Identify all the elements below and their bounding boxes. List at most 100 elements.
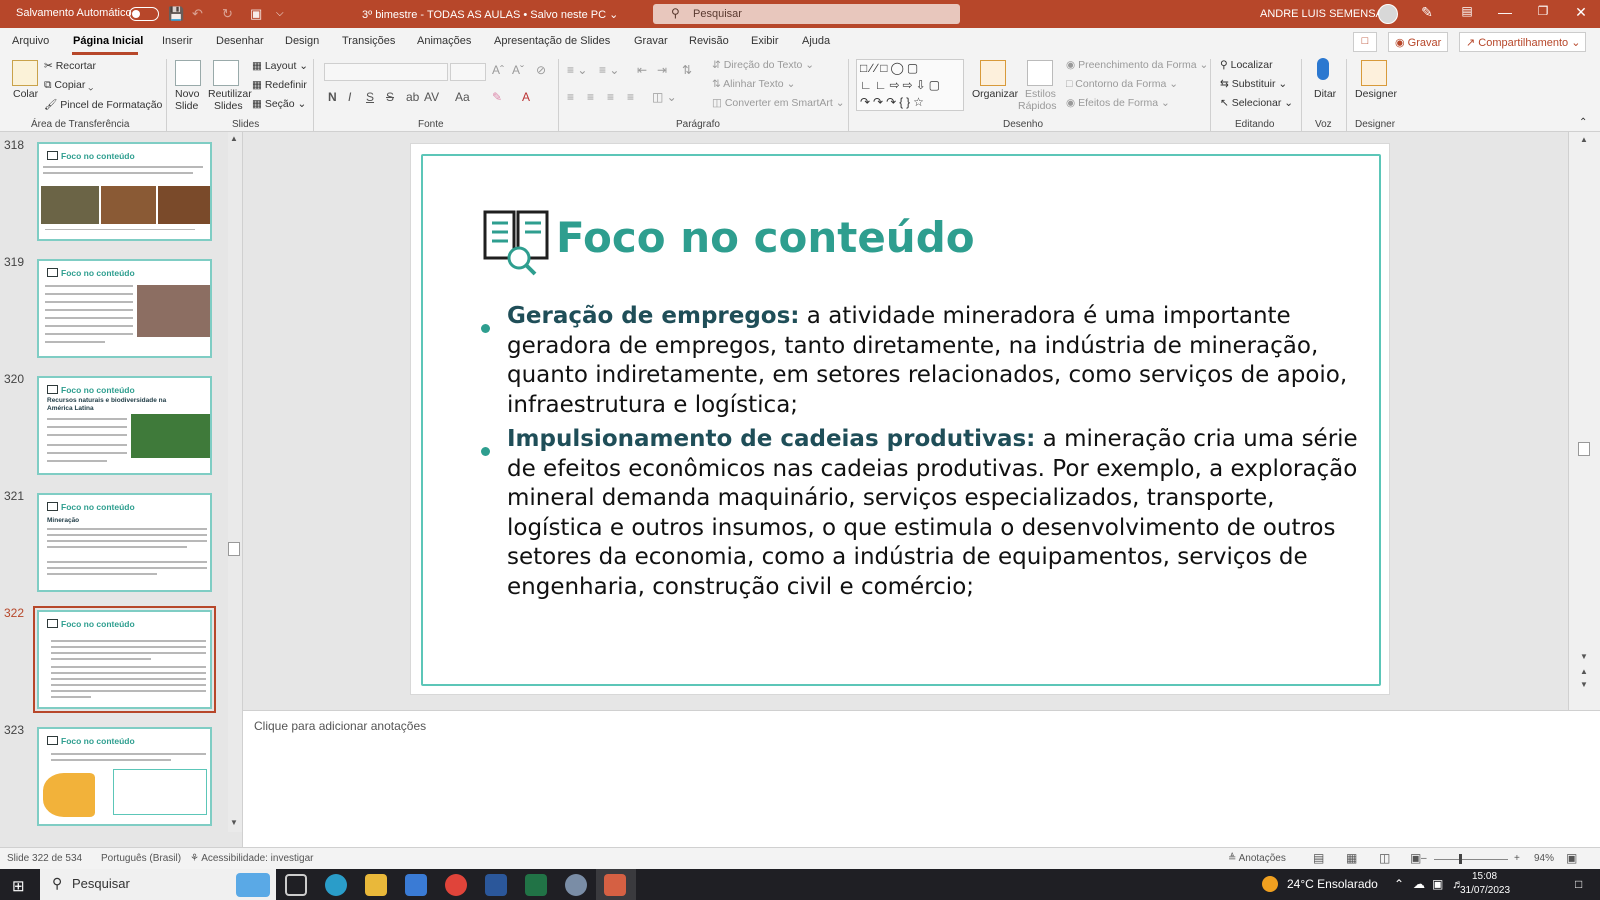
quick-styles-label-2[interactable]: Rápidos bbox=[1018, 100, 1057, 112]
zoom-slider[interactable] bbox=[1434, 859, 1508, 860]
collapse-ribbon-icon[interactable]: ⌃ bbox=[1579, 117, 1587, 128]
previous-slide-icon[interactable]: ▲ bbox=[1580, 667, 1588, 676]
line-spacing-icon[interactable]: ⇅ bbox=[682, 63, 692, 77]
clock-date[interactable]: 31/07/2023 bbox=[1460, 885, 1510, 896]
align-text-button[interactable]: ⇅ Alinhar Texto ⌄ bbox=[712, 78, 795, 90]
file-explorer-icon[interactable] bbox=[365, 874, 387, 896]
record-button[interactable]: ◉ Gravar bbox=[1388, 32, 1448, 52]
tab-inserir[interactable]: Inserir bbox=[162, 35, 193, 47]
font-color-icon[interactable]: A bbox=[522, 90, 530, 104]
dictate-label[interactable]: Ditar bbox=[1314, 88, 1336, 100]
slide-thumbnail[interactable]: Foco no conteúdo bbox=[37, 142, 212, 241]
designer-label[interactable]: Designer bbox=[1355, 88, 1397, 100]
slide-thumbnail-selected[interactable]: Foco no conteúdo bbox=[33, 606, 216, 713]
columns-icon[interactable]: ◫ ⌄ bbox=[652, 90, 677, 104]
bullet-item[interactable]: Geração de empregos: a atividade minerad… bbox=[507, 302, 1367, 420]
present-icon[interactable]: ▣ bbox=[250, 6, 262, 22]
reuse-slides-icon[interactable] bbox=[213, 60, 239, 86]
title-search-box[interactable]: ⚲ Pesquisar bbox=[653, 4, 960, 24]
copy-button[interactable]: ⧉ Copiar ⌄ bbox=[44, 79, 93, 92]
onedrive-icon[interactable]: ☁ bbox=[1413, 877, 1425, 891]
editor-scroll-thumb[interactable] bbox=[1578, 442, 1590, 456]
tab-design[interactable]: Design bbox=[285, 35, 319, 47]
find-button[interactable]: ⚲ Localizar bbox=[1220, 59, 1273, 71]
reading-view-icon[interactable]: ◫ bbox=[1379, 851, 1390, 865]
zoom-out-icon[interactable]: – bbox=[1421, 853, 1427, 864]
format-painter-button[interactable]: 🖌 Pincel de Formatação bbox=[44, 98, 162, 111]
scroll-down-icon[interactable]: ▼ bbox=[1580, 652, 1588, 661]
increase-font-icon[interactable]: Aˆ bbox=[492, 63, 504, 77]
clock-time[interactable]: 15:08 bbox=[1472, 871, 1497, 882]
shadow-icon[interactable]: ab bbox=[406, 90, 419, 104]
smartart-button[interactable]: ◫ Converter em SmartArt ⌄ bbox=[712, 97, 845, 109]
scroll-down-icon[interactable]: ▼ bbox=[230, 818, 238, 827]
editor-scrollbar[interactable]: ▲ ▼ ▲ ▼ bbox=[1568, 132, 1600, 710]
slide-thumbnail[interactable]: Foco no conteúdo Recursos naturais e bio… bbox=[37, 376, 212, 475]
cut-button[interactable]: ✂ Recortar bbox=[44, 60, 96, 72]
slide-title[interactable]: Foco no conteúdo bbox=[556, 213, 975, 262]
zoom-level[interactable]: 94% bbox=[1534, 853, 1554, 864]
microphone-icon[interactable] bbox=[1317, 58, 1329, 80]
shape-outline-button[interactable]: □ Contorno da Forma ⌄ bbox=[1066, 78, 1178, 90]
bullet-item[interactable]: Impulsionamento de cadeias produtivas: a… bbox=[507, 425, 1367, 602]
change-case-icon[interactable]: Aa bbox=[455, 90, 470, 104]
notes-placeholder[interactable]: Clique para adicionar anotações bbox=[254, 719, 426, 733]
tab-exibir[interactable]: Exibir bbox=[751, 35, 779, 47]
shapes-gallery[interactable]: □∕∕□◯▢ ∟∟⇨⇨⇩▢ ↷↷↷{}☆ bbox=[856, 59, 964, 111]
next-slide-icon[interactable]: ▼ bbox=[1580, 680, 1588, 689]
comments-button[interactable]: □ bbox=[1353, 32, 1377, 52]
zoom-in-icon[interactable]: + bbox=[1514, 853, 1520, 864]
scroll-up-icon[interactable]: ▲ bbox=[230, 134, 238, 143]
tab-ajuda[interactable]: Ajuda bbox=[802, 35, 830, 47]
ribbon-display-icon[interactable]: ▤ bbox=[1452, 4, 1482, 18]
slide-sorter-icon[interactable]: ▦ bbox=[1346, 851, 1357, 865]
zoom-slider-thumb[interactable] bbox=[1459, 854, 1462, 864]
highlight-icon[interactable]: ✎ bbox=[492, 90, 502, 104]
share-button[interactable]: ↗ Compartilhamento ⌄ bbox=[1459, 32, 1586, 52]
task-view-icon[interactable] bbox=[285, 874, 307, 896]
layout-button[interactable]: ▦ Layout ⌄ bbox=[252, 60, 308, 72]
tab-apresentacao[interactable]: Apresentação de Slides bbox=[494, 35, 610, 47]
clear-format-icon[interactable]: ⊘ bbox=[536, 63, 546, 77]
tab-pagina-inicial[interactable]: Página Inicial bbox=[73, 35, 143, 47]
tab-revisao[interactable]: Revisão bbox=[689, 35, 729, 47]
tab-desenhar[interactable]: Desenhar bbox=[216, 35, 264, 47]
user-name[interactable]: ANDRE LUIS SEMENSATO bbox=[1260, 8, 1397, 20]
strikethrough-icon[interactable]: S bbox=[386, 90, 394, 104]
customize-toolbar-icon[interactable]: ⌵ bbox=[276, 8, 284, 19]
normal-view-icon[interactable]: ▤ bbox=[1313, 851, 1324, 865]
slideshow-icon[interactable]: ▣ bbox=[1410, 851, 1421, 865]
reuse-slides-label-1[interactable]: Reutilizar bbox=[208, 88, 252, 100]
replace-button[interactable]: ⇆ Substituir ⌄ bbox=[1220, 78, 1287, 90]
settings-app-icon[interactable] bbox=[565, 874, 587, 896]
align-right-icon[interactable]: ≡ bbox=[607, 90, 614, 104]
arrange-icon[interactable] bbox=[980, 60, 1006, 86]
font-family-select[interactable] bbox=[324, 63, 448, 81]
thumbnail-scrollbar[interactable] bbox=[228, 132, 242, 832]
char-spacing-icon[interactable]: AV bbox=[424, 90, 439, 104]
pen-icon[interactable]: ✎ bbox=[1412, 4, 1442, 21]
restore-icon[interactable]: ❐ bbox=[1528, 4, 1558, 18]
tab-animacoes[interactable]: Animações bbox=[417, 35, 471, 47]
select-button[interactable]: ↖ Selecionar ⌄ bbox=[1220, 97, 1293, 109]
windows-start-icon[interactable]: ⊞ bbox=[12, 877, 25, 895]
decrease-indent-icon[interactable]: ⇤ bbox=[637, 63, 647, 77]
close-icon[interactable]: ✕ bbox=[1566, 4, 1596, 21]
align-center-icon[interactable]: ≡ bbox=[587, 90, 594, 104]
decrease-font-icon[interactable]: Aˇ bbox=[512, 63, 524, 77]
bullets-icon[interactable]: ≡ ⌄ bbox=[567, 63, 587, 77]
section-button[interactable]: ▦ Seção ⌄ bbox=[252, 98, 306, 110]
new-slide-label-1[interactable]: Novo bbox=[175, 88, 200, 100]
italic-icon[interactable]: I bbox=[348, 90, 351, 104]
store-icon[interactable] bbox=[405, 874, 427, 896]
save-icon[interactable]: 💾 bbox=[168, 6, 184, 22]
excel-icon[interactable] bbox=[525, 874, 547, 896]
shape-fill-button[interactable]: ◉ Preenchimento da Forma ⌄ bbox=[1066, 59, 1208, 71]
notes-toggle[interactable]: ≜ Anotações bbox=[1228, 853, 1286, 864]
align-left-icon[interactable]: ≡ bbox=[567, 90, 574, 104]
thumbnail-scroll-thumb[interactable] bbox=[228, 542, 240, 556]
tab-transicoes[interactable]: Transições bbox=[342, 35, 395, 47]
word-icon[interactable] bbox=[485, 874, 507, 896]
font-size-select[interactable] bbox=[450, 63, 486, 81]
shape-effects-button[interactable]: ◉ Efeitos de Forma ⌄ bbox=[1066, 97, 1170, 109]
